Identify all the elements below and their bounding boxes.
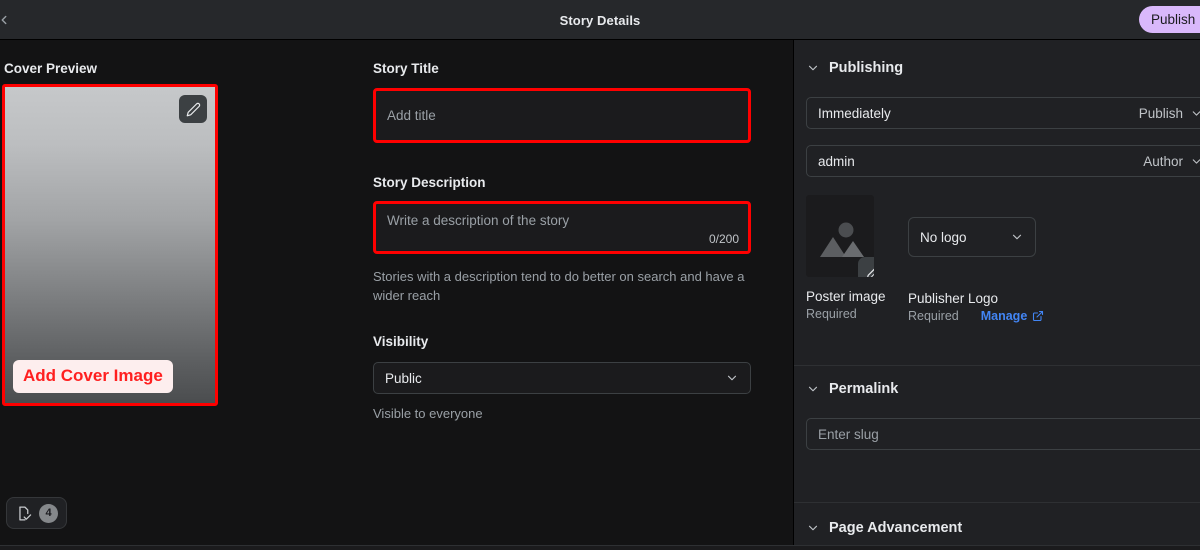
page-count-chip[interactable]: 4	[6, 497, 67, 529]
visibility-label: Visibility	[373, 334, 429, 349]
page-advancement-section-header[interactable]: Page Advancement	[806, 520, 962, 536]
publish-schedule-action-label: Publish	[1138, 105, 1183, 121]
publish-button[interactable]: Publish	[1139, 6, 1200, 33]
page-count-badge: 4	[39, 503, 58, 523]
panel-divider	[794, 502, 1200, 503]
pencil-icon[interactable]	[858, 257, 874, 277]
publisher-logo-status: Required	[908, 309, 959, 323]
publishing-section-header[interactable]: Publishing	[806, 60, 903, 76]
permalink-section-header[interactable]: Permalink	[806, 381, 898, 397]
chevron-down-icon	[725, 371, 739, 385]
author-action-label: Author	[1143, 153, 1183, 169]
description-character-counter: 0/200	[708, 232, 739, 246]
story-title-input[interactable]: Add title	[373, 88, 751, 143]
publish-schedule-value: Immediately	[818, 105, 891, 121]
panel-divider	[794, 365, 1200, 366]
visibility-helper-text: Visible to everyone	[373, 406, 483, 421]
poster-image-thumbnail[interactable]	[806, 195, 874, 277]
publish-schedule-row[interactable]: Immediately Publish	[806, 97, 1200, 129]
author-row[interactable]: admin Author	[806, 145, 1200, 177]
poster-image-block: Poster image Required	[806, 195, 886, 321]
cover-preview-card[interactable]: Add Cover Image	[2, 84, 218, 406]
publisher-logo-caption: Publisher Logo	[908, 291, 999, 306]
poster-image-caption: Poster image	[806, 289, 886, 304]
top-app-bar: Story Details Publish	[0, 0, 1200, 40]
chevron-down-icon	[1190, 155, 1200, 168]
chevron-down-icon	[1190, 107, 1200, 120]
publisher-logo-selected-value: No logo	[920, 229, 967, 245]
story-description-placeholder: Write a description of the story	[387, 213, 570, 228]
chevron-down-icon	[1010, 230, 1024, 244]
story-title-label: Story Title	[373, 61, 439, 76]
permalink-slug-placeholder: Enter slug	[818, 426, 879, 442]
bottom-bar	[0, 545, 1200, 550]
chevron-down-icon	[806, 382, 820, 396]
chevron-down-icon	[806, 521, 820, 535]
visibility-selected-value: Public	[385, 370, 422, 386]
publisher-logo-block: No logo Publisher Logo Required Manage	[908, 217, 1044, 323]
story-details-screen: Story Details Publish Cover Preview Add …	[0, 0, 1200, 550]
page-title: Story Details	[559, 12, 641, 28]
inspector-panel: Publishing Immediately Publish admin Aut…	[793, 40, 1200, 550]
publisher-logo-select[interactable]: No logo	[908, 217, 1036, 257]
cover-preview-label: Cover Preview	[4, 61, 98, 76]
page-advancement-section-title: Page Advancement	[829, 520, 963, 536]
manage-link[interactable]: Manage	[981, 309, 1045, 323]
pencil-icon[interactable]	[179, 95, 207, 123]
author-value: admin	[818, 153, 855, 169]
manage-link-label: Manage	[980, 309, 1028, 323]
publish-button-label: Publish	[1151, 12, 1196, 27]
publishing-section-title: Publishing	[829, 60, 904, 76]
poster-image-status: Required	[806, 307, 857, 321]
page-check-icon	[15, 505, 32, 522]
story-description-helper-text: Stories with a description tend to do be…	[373, 269, 745, 303]
add-cover-image-button[interactable]: Add Cover Image	[13, 360, 173, 393]
story-description-label: Story Description	[373, 175, 486, 190]
chevron-down-icon	[806, 61, 820, 75]
external-link-icon	[1032, 310, 1044, 322]
story-description-input[interactable]: Write a description of the story 0/200	[373, 201, 751, 254]
permalink-slug-input[interactable]: Enter slug	[806, 418, 1200, 450]
permalink-section-title: Permalink	[829, 381, 899, 397]
story-title-placeholder: Add title	[387, 108, 436, 123]
visibility-select[interactable]: Public	[373, 362, 751, 394]
